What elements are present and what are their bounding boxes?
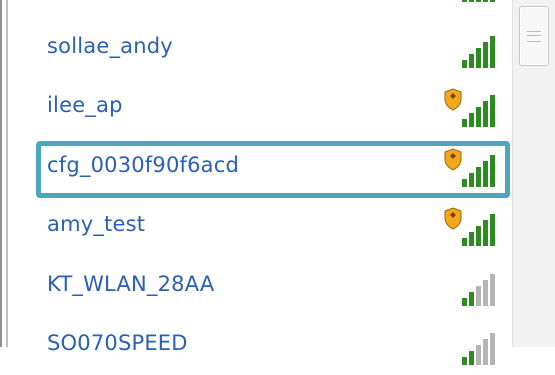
signal-bar [462, 357, 467, 365]
wifi-network-list: sollae_andy ilee_ap cfg_0030f90f6acd amy… [12, 0, 512, 365]
list-item-selected[interactable]: cfg_0030f90f6acd [12, 141, 510, 198]
signal-bar [476, 226, 481, 246]
signal-bar [462, 119, 467, 127]
vertical-scrollbar[interactable] [512, 0, 555, 347]
signal-bar [462, 0, 467, 2]
signal-bar [469, 292, 474, 306]
signal-bar [483, 0, 488, 2]
signal-bar [469, 54, 474, 68]
signal-strength-icon [462, 274, 495, 306]
list-item[interactable]: ilee_ap [12, 81, 507, 137]
signal-bar [469, 232, 474, 246]
signal-strength-icon [444, 148, 495, 187]
signal-bar [462, 60, 467, 68]
signal-bar [483, 220, 488, 246]
signal-bar [462, 238, 467, 246]
signal-bar [469, 173, 474, 187]
network-name: cfg_0030f90f6acd [47, 153, 240, 177]
signal-bar [490, 274, 495, 306]
signal-strength-icon [444, 88, 495, 127]
signal-bar [476, 167, 481, 187]
signal-bar [483, 42, 488, 68]
network-name: SO070SPEED [47, 331, 188, 355]
signal-bar [483, 161, 488, 187]
signal-bar [490, 155, 495, 187]
network-name: ilee_ap [47, 93, 123, 117]
signal-bar [476, 0, 481, 2]
scrollbar-grip-icon [527, 31, 541, 42]
signal-strength-icon [462, 36, 495, 68]
network-name: sollae_andy [47, 34, 173, 58]
signal-bar [462, 179, 467, 187]
list-item[interactable]: sollae_andy [12, 22, 507, 78]
security-shield-icon [444, 148, 462, 171]
signal-bar [476, 107, 481, 127]
signal-bar [469, 113, 474, 127]
signal-bar [476, 345, 481, 365]
security-shield-icon [444, 88, 462, 111]
signal-bar [476, 48, 481, 68]
signal-bar [490, 214, 495, 246]
signal-bar [476, 286, 481, 306]
signal-bar [483, 280, 488, 306]
signal-bar [490, 36, 495, 68]
list-item[interactable]: KT_WLAN_28AA [12, 260, 507, 316]
signal-strength-icon [444, 207, 495, 246]
signal-bar [490, 0, 495, 2]
security-shield-icon [444, 207, 462, 230]
scrollbar-thumb[interactable] [519, 6, 549, 66]
signal-bar [490, 333, 495, 365]
list-item[interactable]: SO070SPEED [12, 319, 507, 375]
signal-bar [469, 0, 474, 2]
network-name: KT_WLAN_28AA [47, 272, 215, 296]
signal-bar [462, 298, 467, 306]
signal-strength-icon [462, 333, 495, 365]
signal-bar [483, 101, 488, 127]
list-item[interactable]: amy_test [12, 200, 507, 256]
signal-bar [490, 95, 495, 127]
window-left-border [0, 0, 10, 347]
signal-strength-icon [462, 0, 495, 2]
signal-bar [483, 339, 488, 365]
network-name: amy_test [47, 212, 146, 236]
signal-bar [469, 351, 474, 365]
list-item-partial[interactable] [12, 0, 507, 12]
